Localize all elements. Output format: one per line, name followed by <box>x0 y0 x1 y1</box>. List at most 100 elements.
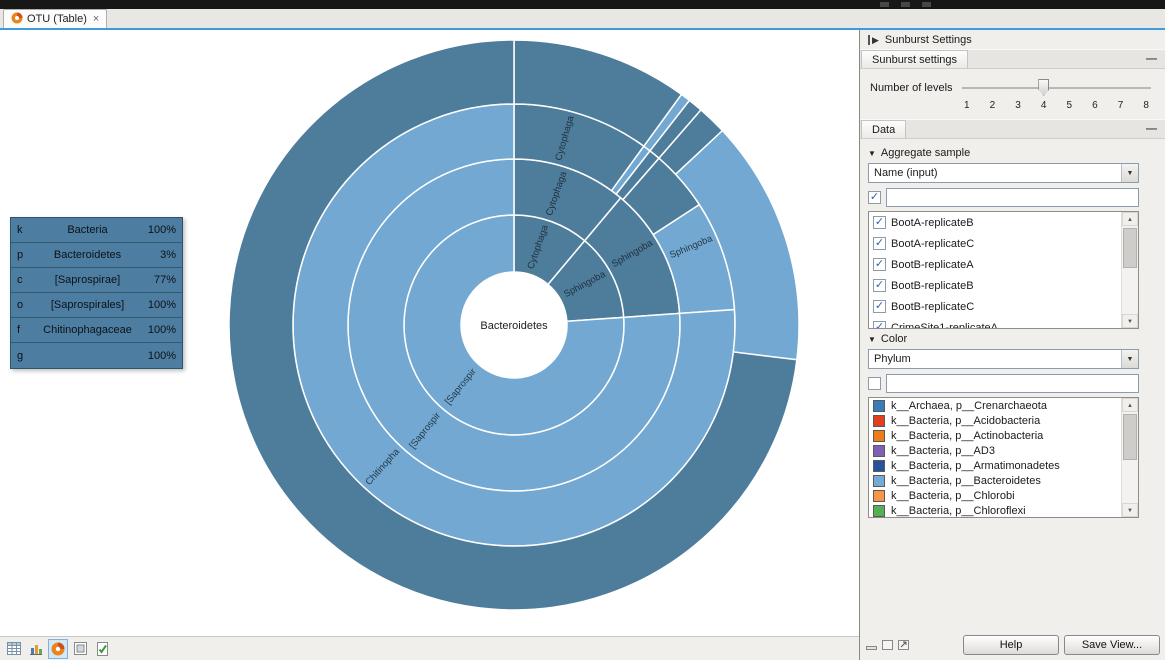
tooltip-row: o[Saprospirales]100% <box>11 293 182 318</box>
color-list-item[interactable]: k__Bacteria, p__Bacteroidetes <box>869 473 1121 488</box>
color-list-item[interactable]: k__Bacteria, p__Chloroflexi <box>869 503 1121 517</box>
color-list[interactable]: k__Archaea, p__Crenarchaeota k__Bacteria,… <box>868 397 1139 518</box>
sunburst-settings-group-header[interactable]: Sunburst settings — <box>860 49 1165 69</box>
color-filter-checkbox[interactable] <box>868 377 881 390</box>
color-list-item[interactable]: k__Bacteria, p__Acidobacteria <box>869 413 1121 428</box>
tt-rank: g <box>17 350 37 362</box>
window-toolbar-icons[interactable] <box>880 2 931 7</box>
aggregate-sample-value: Name (input) <box>874 167 1121 179</box>
sample-list-item[interactable]: ✓CrimeSite1-replicateA <box>869 317 1121 328</box>
report-view-icon[interactable] <box>92 639 112 659</box>
color-swatch <box>873 400 885 412</box>
help-button[interactable]: Help <box>963 635 1059 655</box>
aggregate-sample-dropdown[interactable]: Name (input) ▼ <box>868 163 1139 183</box>
scroll-down-icon[interactable]: ▼ <box>1122 503 1138 517</box>
color-list-item[interactable]: k__Bacteria, p__Chlorobi <box>869 488 1121 503</box>
tooltip-row: kBacteria100% <box>11 218 182 243</box>
scroll-up-icon[interactable]: ▲ <box>1122 398 1138 412</box>
select-all-samples-checkbox[interactable]: ✓ <box>868 191 881 204</box>
color-swatch <box>873 445 885 457</box>
color-swatch <box>873 430 885 442</box>
taxon-label: k__Bacteria, p__Actinobacteria <box>891 430 1043 442</box>
window-titlebar <box>0 0 1165 9</box>
scroll-up-icon[interactable]: ▲ <box>1122 212 1138 226</box>
scrollbar-thumb[interactable] <box>1123 414 1137 460</box>
sample-checkbox[interactable]: ✓ <box>873 216 886 229</box>
sample-list[interactable]: ✓BootA-replicateB✓BootA-replicateC✓BootB… <box>868 211 1139 329</box>
sample-checkbox[interactable]: ✓ <box>873 258 886 271</box>
tt-name: Bacteroidetes <box>37 249 138 261</box>
color-caption[interactable]: ▼ Color <box>868 333 1139 345</box>
color-list-scrollbar[interactable]: ▲ ▼ <box>1121 398 1138 517</box>
sample-list-scrollbar[interactable]: ▲ ▼ <box>1121 212 1138 328</box>
sample-checkbox[interactable]: ✓ <box>873 237 886 250</box>
color-list-item[interactable]: k__Archaea, p__Crenarchaeota <box>869 398 1121 413</box>
tt-rank: f <box>17 324 37 336</box>
side-panel-header: ▶ Sunburst Settings <box>860 30 1165 49</box>
aggregate-sample-caption[interactable]: ▼ Aggregate sample <box>868 147 1139 159</box>
tt-rank: k <box>17 224 37 236</box>
sample-checkbox[interactable]: ✓ <box>873 321 886 328</box>
tab-title: OTU (Table) <box>27 13 87 25</box>
color-swatch <box>873 460 885 472</box>
hover-tooltip: kBacteria100%pBacteroidetes3%c[Saprospir… <box>10 217 183 369</box>
minimize-data-icon[interactable]: — <box>1146 123 1157 135</box>
tt-rank: p <box>17 249 37 261</box>
slider-tick-label: 2 <box>990 100 996 111</box>
group-title-data: Data <box>861 120 906 138</box>
tab-close-icon[interactable]: × <box>93 13 99 25</box>
collapse-triangle-icon: ▼ <box>868 335 876 344</box>
levels-slider[interactable] <box>962 79 1151 97</box>
color-list-item[interactable]: k__Bacteria, p__Actinobacteria <box>869 428 1121 443</box>
bar-chart-view-icon[interactable] <box>26 639 46 659</box>
tab-otu-table[interactable]: OTU (Table) × <box>3 9 107 28</box>
color-dropdown[interactable]: Phylum ▼ <box>868 349 1139 369</box>
taxon-label: k__Bacteria, p__AD3 <box>891 445 995 457</box>
collapse-panel-button[interactable] <box>866 640 877 650</box>
tt-rank: o <box>17 299 37 311</box>
table-view-icon[interactable] <box>4 639 24 659</box>
panel-footer: Help Save View... <box>860 634 1165 660</box>
slider-tick-label: 1 <box>964 100 970 111</box>
slider-tick-label: 6 <box>1092 100 1098 111</box>
sample-label: BootA-replicateB <box>891 217 974 229</box>
center-label: Bacteroidetes <box>480 320 548 332</box>
color-list-item[interactable]: k__Bacteria, p__AD3 <box>869 443 1121 458</box>
sample-label: BootB-replicateC <box>891 301 974 313</box>
sample-list-item[interactable]: ✓ BootB-replicateC <box>869 296 1121 317</box>
dock-panel-button[interactable] <box>898 640 909 650</box>
tt-pct: 100% <box>138 350 176 362</box>
sample-list-item[interactable]: ✓ BootA-replicateB <box>869 212 1121 233</box>
color-filter-input[interactable] <box>886 374 1139 393</box>
sample-list-item[interactable]: ✓BootB-replicateB <box>869 275 1121 296</box>
application-window: OTU (Table) × CytophagaSphingoba[Saprosp… <box>0 0 1165 660</box>
sample-checkbox[interactable]: ✓ <box>873 300 886 313</box>
minimize-sunburst-settings-icon[interactable]: — <box>1146 53 1157 65</box>
tooltip-row: c[Saprospirae]77% <box>11 268 182 293</box>
float-panel-button[interactable] <box>882 640 893 650</box>
sunburst-view-icon[interactable] <box>48 639 68 659</box>
scroll-down-icon[interactable]: ▼ <box>1122 314 1138 328</box>
side-panel-title: Sunburst Settings <box>885 34 972 46</box>
sample-label: BootA-replicateC <box>891 238 974 250</box>
tt-name: [Saprospirae] <box>37 274 138 286</box>
sample-list-item[interactable]: ✓BootB-replicateA <box>869 254 1121 275</box>
save-view-button[interactable]: Save View... <box>1064 635 1160 655</box>
data-group-header[interactable]: Data — <box>860 119 1165 139</box>
tt-pct: 100% <box>138 224 176 236</box>
slider-tick-label: 8 <box>1143 100 1149 111</box>
taxon-label: k__Bacteria, p__Acidobacteria <box>891 415 1040 427</box>
color-swatch <box>873 415 885 427</box>
sample-checkbox[interactable]: ✓ <box>873 279 886 292</box>
panel-collapse-icon[interactable]: ▶ <box>868 35 879 45</box>
sample-filter-input[interactable] <box>886 188 1139 207</box>
color-list-item[interactable]: k__Bacteria, p__Armatimonadetes <box>869 458 1121 473</box>
tt-pct: 77% <box>138 274 176 286</box>
scrollbar-thumb[interactable] <box>1123 228 1137 268</box>
tt-pct: 100% <box>138 324 176 336</box>
tt-name: Bacteria <box>37 224 138 236</box>
slider-thumb[interactable] <box>1038 79 1049 96</box>
frame-view-icon[interactable] <box>70 639 90 659</box>
sample-list-item[interactable]: ✓ BootA-replicateC <box>869 233 1121 254</box>
taxon-label: k__Bacteria, p__Chloroflexi <box>891 505 1026 517</box>
